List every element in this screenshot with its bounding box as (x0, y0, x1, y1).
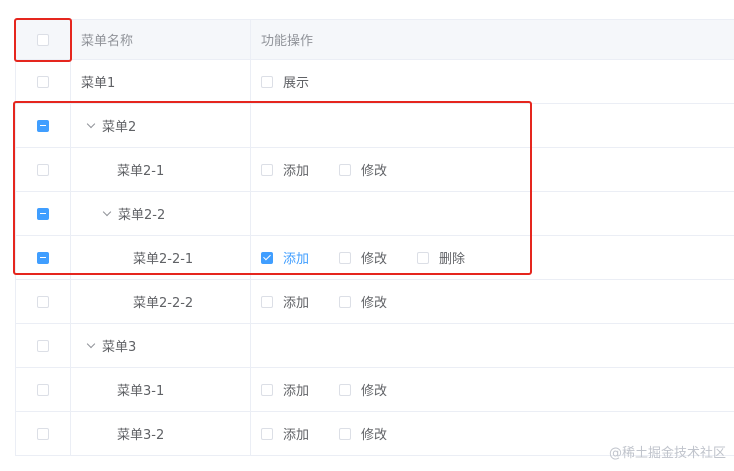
header-actions: 功能操作 (261, 34, 314, 49)
actions-cell: 添加 修改 (251, 368, 734, 411)
row-checkbox[interactable] (37, 427, 49, 440)
menu-name: 菜单3-2 (117, 428, 165, 443)
permission-checkbox[interactable]: 添加 (261, 292, 309, 311)
actions-cell (251, 104, 734, 147)
expand-chevron-icon[interactable] (86, 119, 96, 128)
permission-checkbox[interactable]: 修改 (339, 248, 387, 267)
menu-name-cell: 菜单1 (71, 60, 251, 103)
watermark: @稀土掘金技术社区 (608, 446, 726, 461)
permission-label: 添加 (283, 252, 310, 267)
permission-label: 修改 (361, 252, 388, 267)
select-cell (16, 280, 71, 323)
checkbox[interactable] (261, 427, 273, 440)
menu-name-cell: 菜单2-2-2 (71, 280, 251, 323)
permission-checkbox[interactable]: 添加 (261, 160, 309, 179)
permission-label: 修改 (361, 164, 388, 179)
row-checkbox[interactable] (37, 163, 49, 176)
checkbox[interactable] (261, 295, 273, 308)
permission-checkbox[interactable]: 添加 (261, 380, 309, 399)
permission-label: 修改 (361, 428, 388, 443)
select-cell (16, 368, 71, 411)
permission-label: 添加 (283, 384, 310, 399)
permission-checkbox[interactable]: 添加 (261, 248, 309, 267)
permission-checkbox[interactable]: 修改 (339, 424, 387, 443)
select-cell (16, 192, 71, 235)
table-header: 菜单名称 功能操作 (16, 20, 734, 60)
actions-cell (251, 192, 734, 235)
permission-checkbox[interactable]: 删除 (417, 248, 465, 267)
checkbox[interactable] (339, 383, 352, 396)
row-checkbox[interactable] (37, 383, 49, 396)
row-checkbox[interactable] (37, 295, 49, 308)
table-row: 菜单2-2-2 添加 修改 (16, 280, 734, 324)
expand-chevron-icon[interactable] (86, 339, 96, 348)
header-menu-name: 菜单名称 (71, 20, 251, 59)
permission-label: 删除 (439, 252, 466, 267)
actions-cell (251, 324, 734, 367)
checkbox[interactable] (339, 427, 352, 440)
actions-cell: 添加 修改 (251, 280, 734, 323)
menu-name-cell: 菜单3-1 (71, 368, 251, 411)
select-cell (16, 60, 71, 103)
menu-name-cell: 菜单2-2 (71, 192, 251, 235)
menu-name-cell: 菜单2-1 (71, 148, 251, 191)
row-checkbox[interactable] (37, 119, 49, 132)
checkbox[interactable] (261, 75, 273, 88)
select-all-checkbox[interactable] (37, 33, 49, 46)
menu-name: 菜单2-2-2 (133, 296, 194, 311)
menu-name-cell: 菜单3 (71, 324, 251, 367)
menu-name-cell: 菜单2-2-1 (71, 236, 251, 279)
table-row: 菜单3 (16, 324, 734, 368)
permission-label: 修改 (361, 384, 388, 399)
permission-checkbox[interactable]: 添加 (261, 424, 309, 443)
menu-name: 菜单3 (102, 340, 137, 355)
row-checkbox[interactable] (37, 251, 49, 264)
checkbox[interactable] (261, 383, 273, 396)
table-row: 菜单2-2 (16, 192, 734, 236)
row-checkbox[interactable] (37, 339, 49, 352)
header-select-cell (16, 20, 71, 59)
table-row: 菜单1 展示 (16, 60, 734, 104)
menu-name: 菜单2-2 (118, 208, 166, 223)
checkbox[interactable] (339, 163, 352, 176)
select-cell (16, 104, 71, 147)
checkbox[interactable] (339, 251, 352, 264)
permission-checkbox[interactable]: 修改 (339, 380, 387, 399)
menu-name: 菜单3-1 (117, 384, 165, 399)
menu-name: 菜单2 (102, 120, 137, 135)
menu-permission-table: 菜单名称 功能操作 菜单1 展示 菜单2 菜单2-1 添加 修改 菜单2-2 菜单2-2-1 添… (15, 19, 734, 456)
select-cell (16, 236, 71, 279)
menu-name-cell: 菜单3-2 (71, 412, 251, 455)
select-cell (16, 412, 71, 455)
select-cell (16, 148, 71, 191)
expand-chevron-icon[interactable] (102, 207, 112, 216)
checkbox[interactable] (339, 295, 352, 308)
row-checkbox[interactable] (37, 75, 49, 88)
menu-name: 菜单1 (81, 76, 116, 91)
actions-cell: 添加 修改 (251, 148, 734, 191)
checkbox[interactable] (261, 163, 273, 176)
row-checkbox[interactable] (37, 207, 49, 220)
table-row: 菜单2 (16, 104, 734, 148)
permission-checkbox[interactable]: 修改 (339, 160, 387, 179)
permission-label: 修改 (361, 296, 388, 311)
menu-name: 菜单2-2-1 (133, 252, 194, 267)
permission-label: 添加 (283, 296, 310, 311)
table-row: 菜单2-2-1 添加 修改 删除 (16, 236, 734, 280)
permission-label: 添加 (283, 428, 310, 443)
permission-checkbox[interactable]: 展示 (261, 72, 309, 91)
permission-label: 添加 (283, 164, 310, 179)
permission-label: 展示 (283, 76, 310, 91)
menu-name-cell: 菜单2 (71, 104, 251, 147)
actions-cell: 添加 修改 删除 (251, 236, 734, 279)
checkbox[interactable] (417, 251, 430, 264)
actions-cell: 展示 (251, 60, 734, 103)
menu-name: 菜单2-1 (117, 164, 165, 179)
checkbox[interactable] (261, 251, 273, 264)
permission-checkbox[interactable]: 修改 (339, 292, 387, 311)
select-cell (16, 324, 71, 367)
table-row: 菜单2-1 添加 修改 (16, 148, 734, 192)
table-row: 菜单3-1 添加 修改 (16, 368, 734, 412)
